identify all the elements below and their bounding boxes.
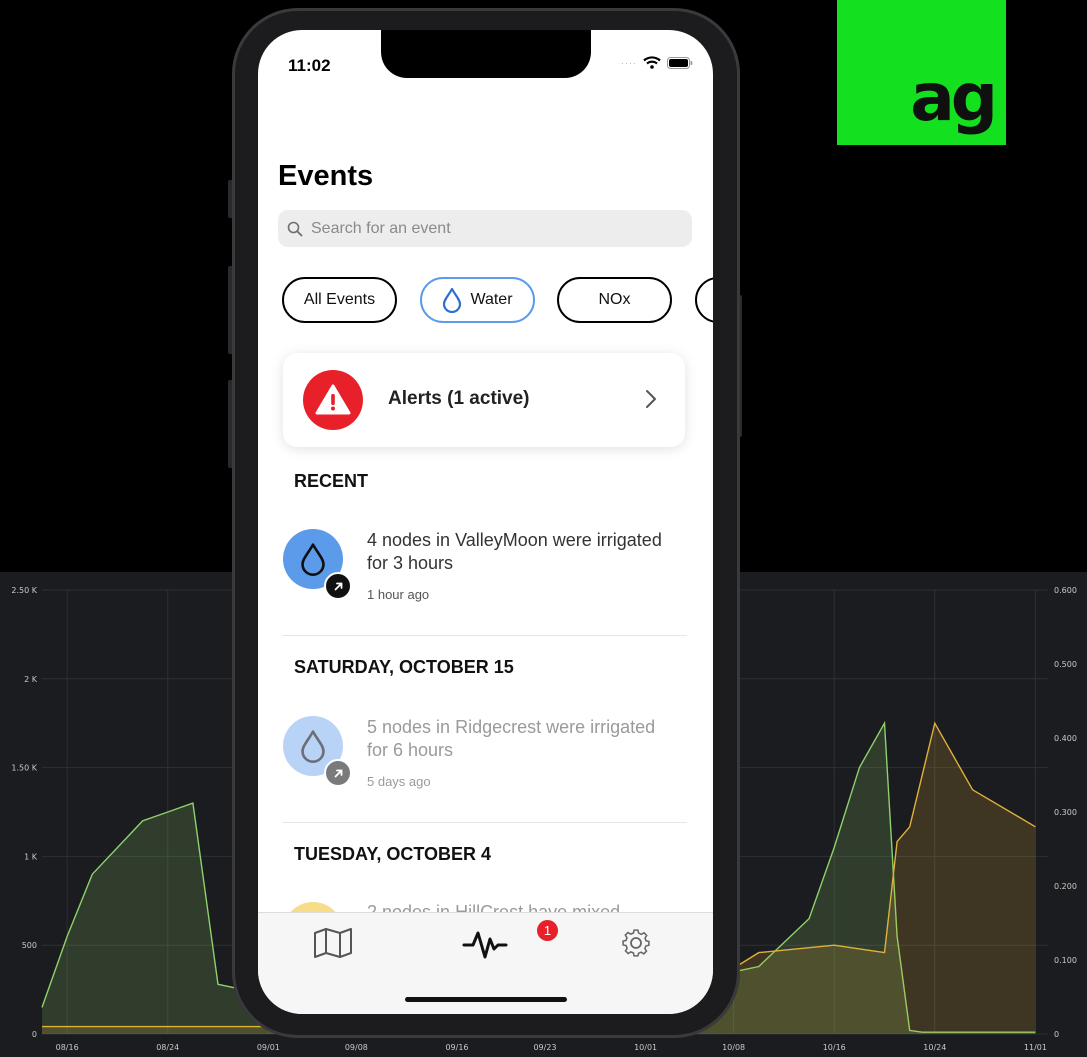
y-right-tick-label: 0.400: [1054, 734, 1077, 743]
y-left-tick-label: 1 K: [24, 852, 38, 861]
y-right-tick-label: 0: [1054, 1030, 1059, 1039]
section-heading-tuesday: TUESDAY, OCTOBER 4: [294, 844, 492, 864]
water-drop-icon: [443, 287, 462, 313]
y-right-tick-label: 0.500: [1054, 660, 1077, 669]
phone-screen: 11:02 ···· Events All Events Water NOx: [258, 30, 713, 1014]
filter-chip-water[interactable]: Water: [420, 277, 535, 323]
battery-icon: [667, 56, 693, 69]
event-item[interactable]: 4 nodes in ValleyMoon were irrigated for…: [283, 529, 688, 609]
y-left-tick-label: 0: [32, 1030, 37, 1039]
status-icons: ····: [621, 56, 693, 69]
tab-activity[interactable]: [462, 927, 508, 966]
x-tick-label: 09/01: [257, 1043, 280, 1052]
arrow-up-right-icon: [324, 572, 352, 600]
chevron-right-icon: [646, 390, 656, 408]
event-time: 5 days ago: [367, 774, 431, 789]
tab-settings[interactable]: [620, 927, 652, 964]
divider: [282, 822, 687, 823]
signal-icon: ····: [621, 57, 637, 68]
event-item[interactable]: 5 nodes in Ridgecrest were irrigated for…: [283, 716, 688, 796]
arrow-up-right-icon: [324, 759, 352, 787]
activity-icon: [462, 931, 508, 959]
tab-bar: 1: [258, 912, 713, 1014]
wifi-icon: [643, 56, 661, 69]
ag-logo: ag: [837, 0, 1006, 145]
y-right-tick-label: 0.100: [1054, 956, 1077, 965]
y-right-tick-label: 0.600: [1054, 586, 1077, 595]
x-tick-label: 10/01: [634, 1043, 657, 1052]
filter-chip-nox[interactable]: NOx: [557, 277, 672, 323]
page-title: Events: [278, 160, 374, 192]
search-input[interactable]: [309, 218, 673, 239]
x-tick-label: 10/16: [823, 1043, 846, 1052]
search-bar[interactable]: [278, 210, 692, 247]
home-indicator: [405, 997, 567, 1002]
alert-triangle-icon: [303, 370, 363, 430]
settings-gear-icon: [622, 929, 650, 957]
event-time: 1 hour ago: [367, 587, 430, 602]
divider: [282, 635, 687, 636]
map-icon: [314, 928, 352, 958]
x-tick-label: 09/23: [533, 1043, 556, 1052]
x-tick-label: 11/01: [1024, 1043, 1047, 1052]
y-left-tick-label: 2.50 K: [11, 586, 37, 595]
chip-label: NOx: [598, 291, 631, 308]
y-right-tick-label: 0.200: [1054, 882, 1077, 891]
event-text: 4 nodes in ValleyMoon were irrigated for…: [367, 530, 662, 573]
x-tick-label: 09/16: [445, 1043, 468, 1052]
chip-label: Water: [470, 291, 513, 308]
search-icon: [287, 221, 303, 236]
y-left-tick-label: 2 K: [24, 675, 38, 684]
alerts-card[interactable]: Alerts (1 active): [283, 353, 685, 447]
y-left-tick-label: 1.50 K: [11, 764, 37, 773]
x-tick-label: 09/08: [345, 1043, 368, 1052]
y-right-tick-label: 0.300: [1054, 808, 1077, 817]
x-tick-label: 10/08: [722, 1043, 745, 1052]
x-tick-label: 08/16: [56, 1043, 79, 1052]
chip-label: All Events: [303, 291, 376, 308]
logo-text: ag: [910, 59, 998, 136]
section-heading-recent: RECENT: [294, 471, 369, 491]
notification-badge: 1: [537, 920, 558, 941]
x-tick-label: 08/24: [156, 1043, 179, 1052]
alerts-label: Alerts (1 active): [388, 388, 530, 409]
status-time: 11:02: [288, 56, 331, 75]
x-tick-label: 10/24: [923, 1043, 946, 1052]
y-left-tick-label: 500: [22, 941, 37, 950]
tab-map[interactable]: [313, 927, 353, 964]
filter-chip-all-events[interactable]: All Events: [282, 277, 397, 323]
event-text: 5 nodes in Ridgecrest were irrigated for…: [367, 717, 656, 760]
section-heading-saturday: SATURDAY, OCTOBER 15: [294, 657, 514, 677]
notch: [381, 30, 591, 78]
filter-chip-next[interactable]: [695, 277, 713, 323]
